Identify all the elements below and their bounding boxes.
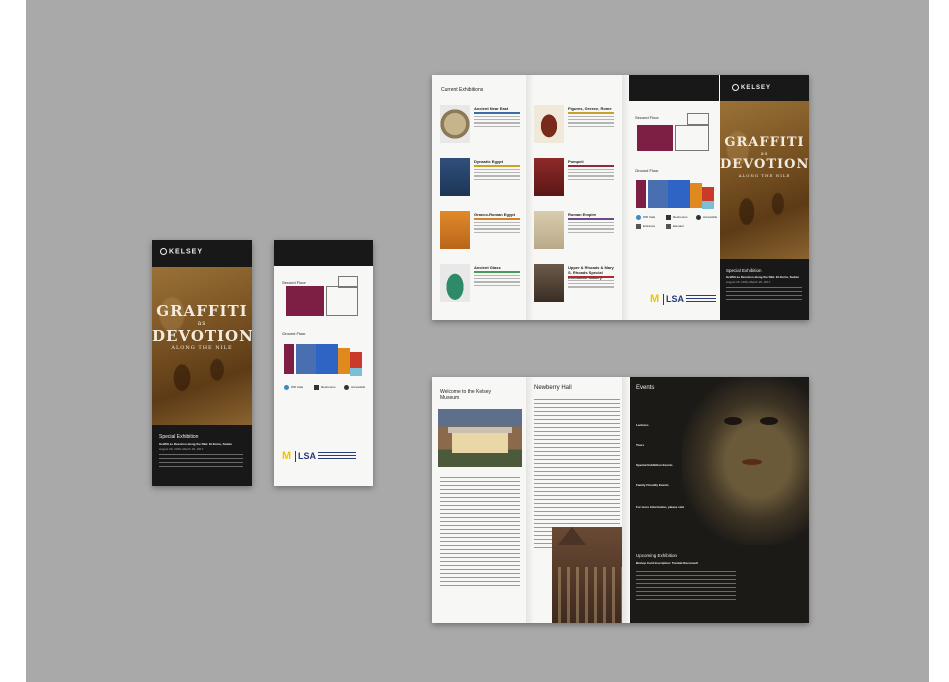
- photo-background: KELSEY GRAFFITI as DEVOTION ALONG THE NI…: [26, 0, 929, 682]
- inside-map-legend: Wifi Cafe Restrooms Accessible Entrance …: [636, 215, 718, 235]
- um-block-m-logo: M: [282, 450, 292, 462]
- restroom-icon: [314, 385, 319, 390]
- event-item-family: Family Friendly Events: [636, 483, 669, 487]
- upcoming-title: Bishop Card Inscription: Tondah Reconsul…: [636, 561, 698, 565]
- cover-title-connector: as: [197, 320, 207, 327]
- cover-exhibition-label: Special Exhibition: [159, 434, 199, 440]
- exhibition-item: Roman Empire: [534, 211, 620, 257]
- exhibition-item: Ancient Glass: [440, 264, 525, 310]
- legend-wifi-label: Wifi Cafe: [291, 385, 304, 389]
- accessible-icon: [344, 385, 349, 390]
- cover-title-line3: ALONG THE NILE: [171, 345, 233, 351]
- second-floor-plan: [286, 276, 360, 316]
- open-brochure-outside: Welcome to the Kelsey Museum Newberry Ha…: [432, 377, 809, 623]
- glass-vase-thumbnail: [440, 264, 470, 302]
- newberry-heading: Newberry Hall: [534, 385, 572, 391]
- exhibition-item: Upper & Rhoads & Mary S. Rhoads Special …: [534, 264, 620, 310]
- cover-exhibition-subtitle: Graffiti as Devotion along the Nile: El-…: [159, 442, 232, 446]
- legend-accessible-label: Accessible: [351, 385, 366, 389]
- events-heading: Events: [636, 385, 655, 391]
- cover-title-line2: DEVOTION: [152, 327, 252, 345]
- wifi-icon: [284, 385, 289, 390]
- cover-exhibition-dates: August 26, 2016–March 26, 2017: [159, 447, 204, 451]
- ground-floor-label: Ground Floor: [282, 331, 306, 336]
- wifi-icon: [636, 215, 641, 220]
- logo-divider: [295, 451, 296, 462]
- brochure-cover: KELSEY GRAFFITI as DEVOTION ALONG THE NI…: [152, 240, 252, 486]
- event-item-tours: Tours: [636, 443, 645, 447]
- amphora-thumbnail: [534, 105, 564, 143]
- entrance-icon: [636, 224, 641, 229]
- events-panel: Events Lectures Tours Special Exhibition…: [630, 377, 809, 623]
- brochure-map-panel: Second Floor Ground Floor Wifi Cafe Rest…: [274, 240, 373, 486]
- kelsey-logo: KELSEY: [160, 248, 203, 255]
- museum-building-photo: [438, 409, 522, 467]
- open-brochure-inside: Current Exhibitions Ancient Near East Dy…: [432, 75, 809, 320]
- welcome-body-text: [440, 477, 520, 589]
- tablet-thumbnail: [440, 105, 470, 143]
- exhibition-item: Figures, Greece, Rome: [534, 105, 620, 151]
- restroom-icon: [666, 215, 671, 220]
- funerary-mask-image: [682, 377, 809, 545]
- inscription-thumbnail: [534, 211, 564, 249]
- kelsey-logo-icon: [160, 248, 167, 255]
- exhibition-item: Graeco-Roman Egypt: [440, 211, 525, 257]
- exhibition-item: Dynastic Egypt: [440, 158, 525, 204]
- gallery-thumbnail: [534, 264, 564, 302]
- cover-body-text: [159, 454, 243, 470]
- figure-thumbnail: [440, 158, 470, 196]
- inside-ground-floor-plan: [636, 175, 716, 215]
- inside-second-floor-plan: [637, 113, 711, 153]
- event-item-special: Special Exhibition Events: [636, 463, 673, 467]
- current-exhibitions-heading: Current Exhibitions: [441, 87, 484, 93]
- upcoming-label: Upcoming Exhibition: [636, 553, 678, 558]
- lsa-logo: LSA: [298, 451, 316, 461]
- logo-fine-print: [318, 452, 356, 461]
- fresco-thumbnail: [534, 158, 564, 196]
- inside-cover-panel: KELSEY GRAFFITI as DEVOTION ALONG THE NI…: [720, 75, 809, 320]
- inside-map-header: [629, 75, 719, 101]
- newberry-hall-photo: [552, 527, 622, 623]
- elevator-icon: [666, 224, 671, 229]
- inside-graffiti-wall-image: [720, 101, 809, 259]
- cover-title-line1: GRAFFITI: [156, 302, 248, 320]
- exhibition-item: Pompeii: [534, 158, 620, 204]
- map-legend: Wifi Cafe Restrooms Accessible: [284, 385, 366, 399]
- event-item-more-info: For more information, please visit: [636, 505, 685, 509]
- statue-thumbnail: [440, 211, 470, 249]
- welcome-heading: Welcome to the Kelsey Museum: [440, 389, 492, 401]
- university-logo: M LSA: [282, 450, 362, 464]
- legend-restrooms-label: Restrooms: [321, 385, 336, 389]
- event-item-lectures: Lectures: [636, 423, 649, 427]
- exhibition-item: Ancient Near East: [440, 105, 525, 151]
- inside-ground-floor-label: Ground Floor: [635, 168, 659, 173]
- inside-university-logo: M LSA: [650, 293, 718, 307]
- map-panel-header: [274, 240, 373, 266]
- ground-floor-plan: [284, 338, 364, 380]
- inside-kelsey-logo: KELSEY: [732, 84, 771, 91]
- accessible-icon: [696, 215, 701, 220]
